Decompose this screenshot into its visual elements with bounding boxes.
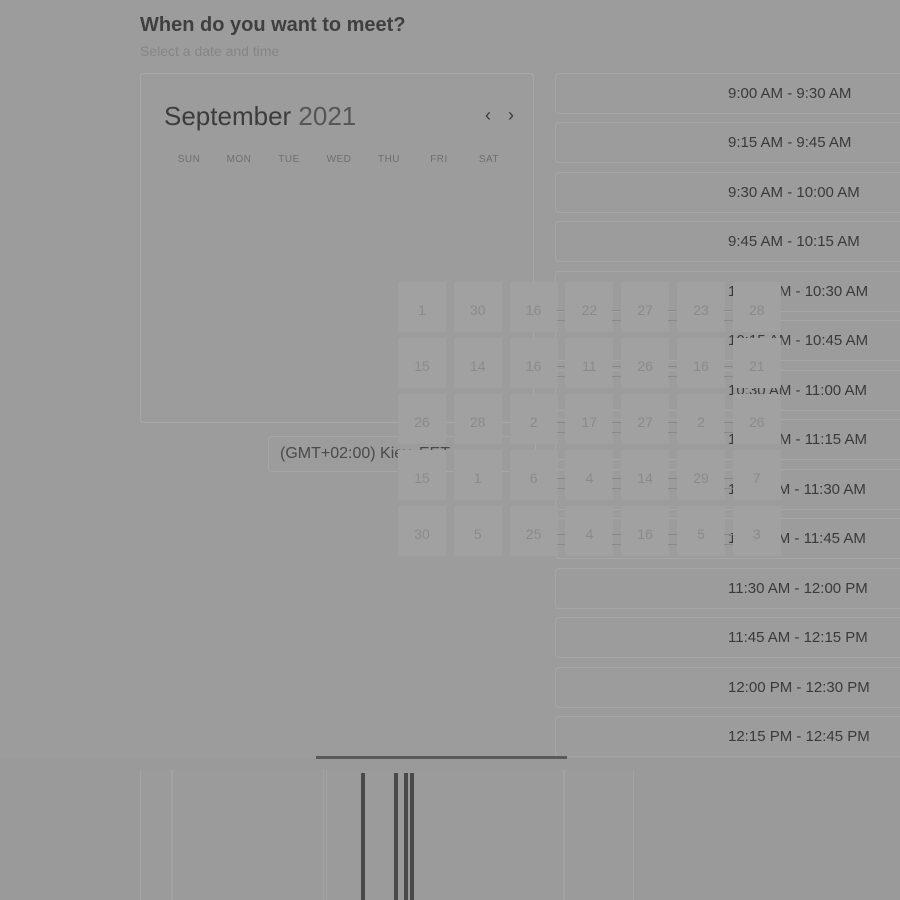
- time-slot[interactable]: 9:30 AM - 10:00 AM: [555, 172, 900, 213]
- ghost-date-cell: 23: [677, 282, 725, 332]
- ghost-date-cell: 30: [398, 506, 446, 556]
- ghost-date-cell: 22: [565, 282, 614, 332]
- time-slot[interactable]: 11:45 AM - 12:15 PM: [555, 617, 900, 658]
- calendar-month-label: September 2021: [164, 101, 356, 132]
- footer-panel: [172, 770, 324, 900]
- ghost-date-cell: 26: [732, 394, 781, 444]
- footer-panel: [140, 770, 172, 900]
- ghost-date-cell: 11: [565, 338, 614, 388]
- ghost-date-cell: 29: [677, 450, 725, 500]
- calendar-month: September: [164, 101, 292, 131]
- weekday-label: WED: [326, 154, 352, 165]
- ghost-date-cell: 1: [398, 282, 446, 332]
- weekday-label: TUE: [278, 154, 300, 165]
- ghost-date-cell: 3: [732, 506, 781, 556]
- ghost-date-cell: 28: [732, 282, 781, 332]
- weekday-label: THU: [377, 154, 401, 165]
- ghost-date-cell: 1: [453, 450, 502, 500]
- ghost-date-cell: 28: [453, 394, 502, 444]
- footer-bar: [361, 773, 365, 900]
- ghost-date-cell: 21: [732, 338, 781, 388]
- ghost-date-cell: 30: [453, 282, 502, 332]
- weekday-label: SAT: [478, 154, 500, 165]
- ghost-date-cell: 16: [677, 338, 725, 388]
- footer-bar: [404, 773, 408, 900]
- ghost-date-grid: 1 30 16 22 27 23 28 15 14 16 11 26 16 21 26 28 2 17 27 2 26 1…: [398, 282, 788, 562]
- calendar-year: 2021: [298, 101, 357, 131]
- time-slot[interactable]: 9:00 AM - 9:30 AM: [555, 73, 900, 114]
- time-slot[interactable]: 12:15 PM - 12:45 PM: [555, 716, 900, 757]
- ghost-date-cell: 4: [565, 506, 614, 556]
- weekday-label: MON: [226, 154, 252, 165]
- ghost-date-cell: 27: [621, 282, 670, 332]
- footer-bar: [394, 773, 398, 900]
- ghost-date-cell: 15: [398, 450, 446, 500]
- ghost-date-cell: 26: [398, 394, 446, 444]
- page-heading: When do you want to meet?: [140, 14, 406, 36]
- ghost-date-cell: 2: [677, 394, 725, 444]
- ghost-date-cell: 16: [509, 338, 558, 388]
- footer-panel: [564, 770, 634, 900]
- ghost-date-cell: 5: [453, 506, 502, 556]
- ghost-date-cell: 25: [509, 506, 558, 556]
- weekday-label: SUN: [177, 154, 201, 165]
- chevron-right-icon[interactable]: ›: [502, 104, 520, 126]
- ghost-date-cell: 14: [453, 338, 502, 388]
- footer-divider: [316, 756, 567, 759]
- footer-bar: [410, 773, 414, 900]
- weekday-label: FRI: [430, 154, 448, 165]
- ghost-date-cell: 16: [509, 282, 558, 332]
- ghost-date-cell: 27: [621, 394, 670, 444]
- ghost-date-cell: 2: [509, 394, 558, 444]
- time-slot[interactable]: 9:45 AM - 10:15 AM: [555, 221, 900, 262]
- page-subheading: Select a date and time: [140, 43, 280, 59]
- ghost-date-cell: 26: [621, 338, 670, 388]
- ghost-date-cell: 5: [677, 506, 725, 556]
- time-slot[interactable]: 9:15 AM - 9:45 AM: [555, 122, 900, 163]
- ghost-date-cell: 7: [732, 450, 781, 500]
- ghost-date-cell: 17: [565, 394, 614, 444]
- chevron-left-icon[interactable]: ‹: [479, 104, 497, 126]
- ghost-date-cell: 14: [621, 450, 670, 500]
- ghost-date-cell: 6: [509, 450, 558, 500]
- ghost-date-cell: 16: [621, 506, 670, 556]
- time-slot[interactable]: 12:00 PM - 12:30 PM: [555, 667, 900, 708]
- time-slot[interactable]: 11:30 AM - 12:00 PM: [555, 568, 900, 609]
- ghost-date-cell: 4: [565, 450, 614, 500]
- ghost-date-cell: 15: [398, 338, 446, 388]
